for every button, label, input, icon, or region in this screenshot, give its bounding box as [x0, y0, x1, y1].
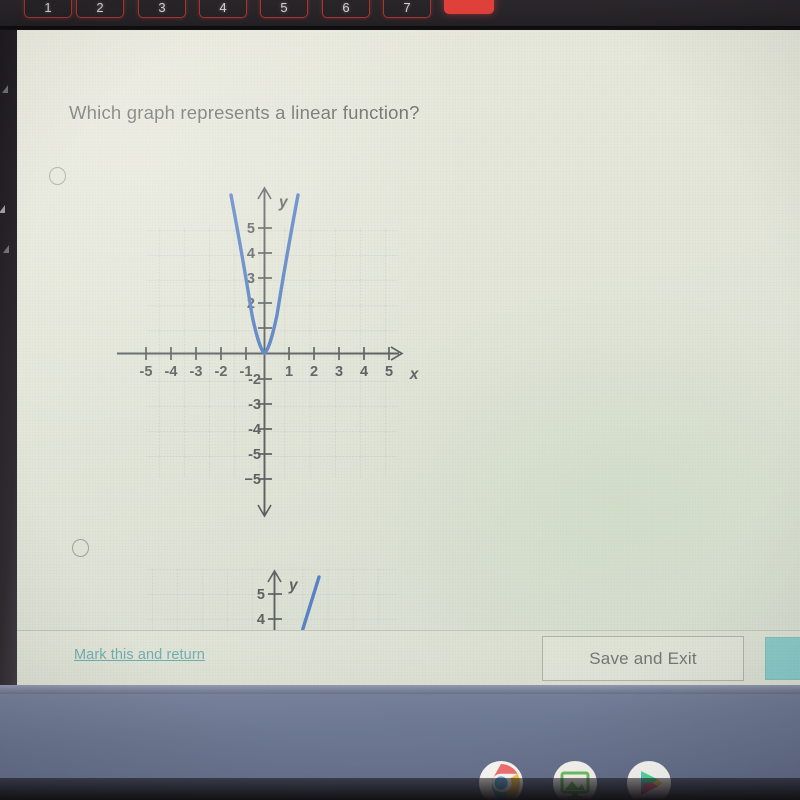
parabola-x-axis-label: x: [409, 366, 420, 383]
ytick--5: −5: [244, 472, 261, 488]
bezel-glint-3: [3, 245, 9, 253]
keyboard-key-5-label: 5: [280, 0, 288, 15]
quiz-action-bar: Mark this and return Save and Exit: [17, 630, 800, 685]
xtick--4: -4: [165, 364, 178, 380]
bezel-glint-2: [0, 205, 5, 213]
ytick-5: 5: [247, 221, 255, 237]
keyboard-key-7: 7: [383, 0, 431, 18]
xtick-3: 3: [335, 364, 343, 380]
laptop-photo: 1 2 3 4 5 6 7 Which graph represents a l…: [0, 0, 800, 800]
keyboard-key-5: 5: [260, 0, 308, 18]
ytick--4: -5: [248, 447, 261, 463]
keyboard-key-2: 2: [76, 0, 124, 18]
laptop-lower-bezel: [0, 778, 800, 800]
next-button[interactable]: [765, 637, 800, 680]
keyboard-key-4-label: 4: [219, 0, 227, 15]
parabola-y-axis-label: y: [278, 194, 289, 211]
keyboard-key-6-label: 6: [342, 0, 350, 15]
keyboard-key-7-label: 7: [403, 0, 411, 15]
chromebook-screen: Which graph represents a linear function…: [17, 30, 800, 685]
laptop-keyboard: 1 2 3 4 5 6 7: [0, 0, 800, 40]
question-text: Which graph represents a linear function…: [69, 102, 420, 123]
keyboard-key-4: 4: [199, 0, 247, 18]
screen-bezel-left: [0, 30, 17, 710]
keyboard-power-key: [444, 0, 494, 14]
xtick-5: 5: [385, 364, 393, 380]
ytick--1: -2: [248, 372, 261, 388]
xtick-1: 1: [285, 364, 293, 380]
shelf-top-edge: [0, 685, 800, 694]
parabola-graph: -5 -4 -3 -2 -1 1 2 3 4 5 5 4 3 2 -2 -3 -…: [109, 155, 439, 525]
mark-this-and-return-link[interactable]: Mark this and return: [74, 647, 205, 663]
xtick-4: 4: [360, 364, 368, 380]
save-and-exit-button[interactable]: Save and Exit: [542, 636, 744, 681]
quiz-page: Which graph represents a linear function…: [17, 30, 800, 633]
line-graph: 5 4 y: [127, 555, 427, 633]
keyboard-key-1: 1: [24, 0, 72, 18]
line-graph-y-axis-label: y: [288, 577, 299, 594]
line-graph-svg: 5 4 y: [146, 569, 397, 633]
ytick-4: 4: [247, 246, 255, 262]
keyboard-key-3: 3: [138, 0, 186, 18]
xtick-2: 2: [310, 364, 318, 380]
answer-radio-option-a[interactable]: [49, 167, 66, 185]
keyboard-key-1-label: 1: [44, 0, 52, 15]
xtick--5: -5: [140, 364, 153, 380]
bezel-glint-1: [2, 85, 8, 93]
ytick--2: -3: [248, 397, 261, 413]
keyboard-key-2-label: 2: [96, 0, 104, 15]
ytick-4b: 4: [257, 612, 265, 628]
keyboard-key-6: 6: [322, 0, 370, 18]
parabola-graph-svg: -5 -4 -3 -2 -1 1 2 3 4 5 5 4 3 2 -2 -3 -…: [117, 186, 420, 518]
answer-radio-option-b[interactable]: [72, 539, 89, 557]
xtick--2: -2: [215, 364, 228, 380]
keyboard-key-3-label: 3: [158, 0, 166, 15]
ytick--3: -4: [248, 422, 261, 438]
ytick-5b: 5: [257, 587, 265, 603]
xtick--3: -3: [190, 364, 203, 380]
